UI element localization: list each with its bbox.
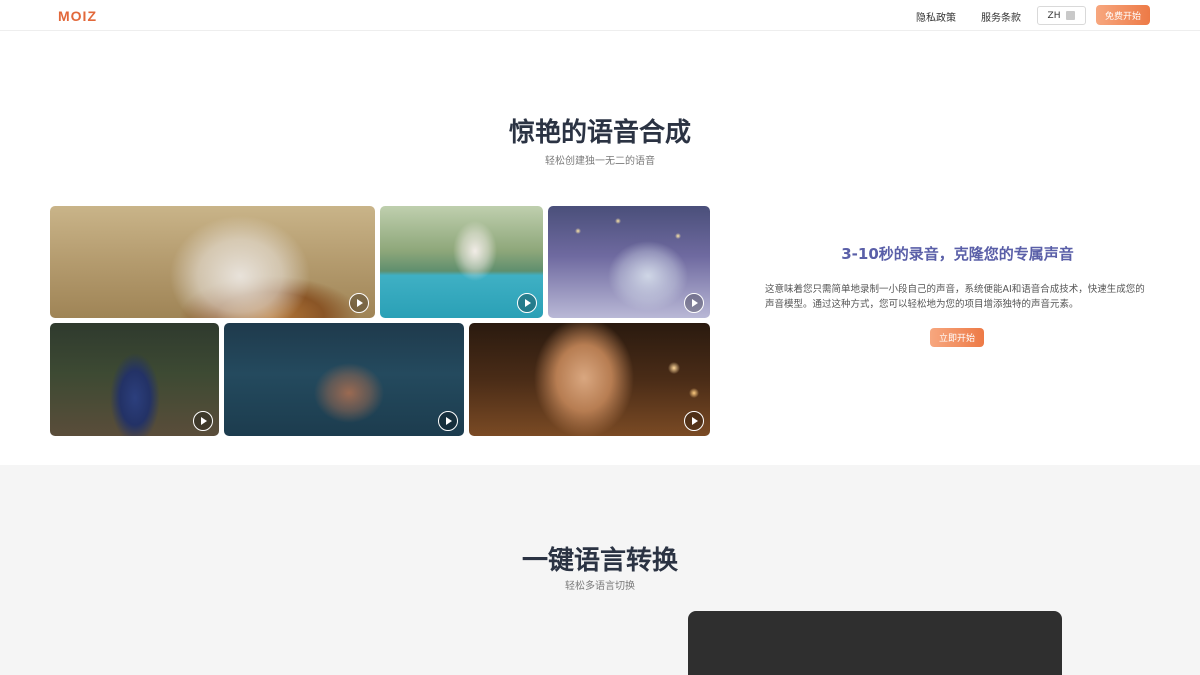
language-selector[interactable]: ZH	[1037, 6, 1086, 25]
play-icon[interactable]	[438, 411, 458, 431]
section2-title: 一键语言转换	[521, 546, 678, 576]
hero-title: 惊艳的语音合成	[508, 118, 691, 148]
nav-terms-link[interactable]: 服务条款	[981, 9, 1021, 24]
play-icon[interactable]	[684, 293, 704, 313]
gallery-tile-woman-by-pool[interactable]	[380, 206, 543, 318]
logo-text: MOIZ	[58, 8, 97, 24]
hero-subtitle: 轻松创建独一无二的语音	[545, 156, 655, 167]
gallery-tile-witch-in-forest[interactable]	[50, 323, 219, 436]
play-icon[interactable]	[349, 293, 369, 313]
language-label: ZH	[1047, 10, 1061, 21]
free-start-button[interactable]: 免费开始	[1096, 5, 1150, 25]
top-header: MOIZ 隐私政策 服务条款 ZH 免费开始	[0, 0, 1200, 31]
demo-panel	[688, 611, 1062, 675]
gallery-tile-man-swimming[interactable]	[224, 323, 464, 436]
section2-subtitle: 轻松多语言切换	[565, 581, 635, 592]
play-icon[interactable]	[684, 411, 704, 431]
play-icon[interactable]	[193, 411, 213, 431]
translate-icon	[1066, 11, 1076, 20]
gallery-tile-woman-closeup[interactable]	[469, 323, 710, 436]
play-icon[interactable]	[517, 293, 537, 313]
feature-title: 3-10秒的录音，克隆您的专属声音	[841, 245, 1074, 263]
feature-description: 这意味着您只需简单地录制一小段自己的声音，系统便能AI和语音合成技术，快速生成您…	[765, 284, 1145, 310]
gallery-tile-dragon-plush-bed[interactable]	[548, 206, 710, 318]
brand-logo[interactable]: MOIZ	[58, 8, 97, 24]
language-switch-section: 一键语言转换 轻松多语言切换	[0, 465, 1200, 675]
start-now-button[interactable]: 立即开始	[930, 328, 984, 347]
gallery-tile-woman-with-lion[interactable]	[50, 206, 375, 318]
nav-privacy-link[interactable]: 隐私政策	[916, 9, 956, 24]
